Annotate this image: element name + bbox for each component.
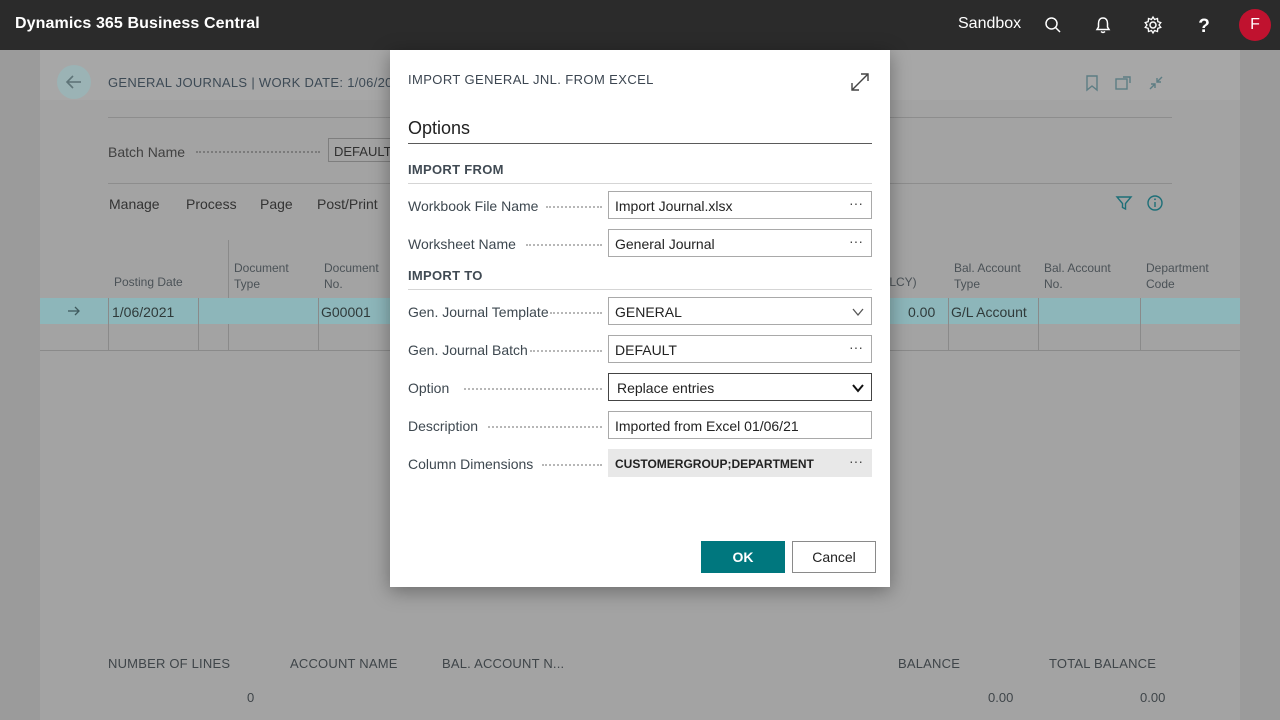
row-arrow-icon <box>68 306 80 316</box>
footer-label-balance: BALANCE <box>898 656 961 671</box>
workbook-file-name-field[interactable]: Import Journal.xlsx ··· <box>608 191 872 219</box>
workbook-file-name-label: Workbook File Name <box>408 198 539 214</box>
environment-label: Sandbox <box>958 15 1022 32</box>
info-icon[interactable] <box>1146 194 1164 212</box>
column-header-document-no[interactable]: Document No. <box>324 260 386 292</box>
footer-label-number-of-lines: NUMBER OF LINES <box>108 656 231 671</box>
cancel-button[interactable]: Cancel <box>792 541 876 573</box>
dialog-caption: IMPORT GENERAL JNL. FROM EXCEL <box>408 72 654 87</box>
assist-edit-icon[interactable]: ··· <box>841 450 871 476</box>
column-header-department-code[interactable]: Department Code <box>1146 260 1226 292</box>
column-divider <box>198 298 199 350</box>
assist-edit-icon[interactable]: ··· <box>841 230 871 256</box>
group-divider <box>408 183 872 184</box>
notifications-bell-icon[interactable] <box>1093 15 1113 35</box>
column-header-document-type[interactable]: Document Type <box>234 260 300 292</box>
settings-gear-icon[interactable] <box>1143 15 1163 35</box>
description-value: Imported from Excel 01/06/21 <box>615 418 799 434</box>
user-avatar[interactable]: F <box>1239 9 1271 41</box>
menu-post-print[interactable]: Post/Print <box>317 196 378 212</box>
chevron-down-icon[interactable] <box>851 305 865 319</box>
workbook-file-name-value: Import Journal.xlsx <box>615 198 733 214</box>
search-icon[interactable] <box>1043 15 1063 35</box>
gen-journal-batch-label: Gen. Journal Batch <box>408 342 528 358</box>
gen-journal-template-label: Gen. Journal Template <box>408 304 549 320</box>
column-header-bal-account-no[interactable]: Bal. Account No. <box>1044 260 1124 292</box>
group-header-import-from: IMPORT FROM <box>408 162 504 177</box>
help-icon[interactable]: ? <box>1194 15 1214 35</box>
option-label: Option <box>408 380 450 396</box>
group-divider <box>408 289 872 290</box>
footer-label-total-balance: TOTAL BALANCE <box>1049 656 1157 671</box>
gen-journal-template-value: GENERAL <box>615 304 682 320</box>
collapse-icon[interactable] <box>1147 74 1165 92</box>
menu-process[interactable]: Process <box>186 196 237 212</box>
gen-journal-batch-value: DEFAULT <box>615 342 677 358</box>
column-divider <box>108 298 109 350</box>
menu-page[interactable]: Page <box>260 196 293 212</box>
column-dimensions-field[interactable]: CUSTOMERGROUP;DEPARTMENT ··· <box>608 449 872 477</box>
footer-label-account-name: ACCOUNT NAME <box>290 656 398 671</box>
svg-text:?: ? <box>1198 16 1210 35</box>
total-balance-value: 0.00 <box>1140 690 1166 705</box>
column-divider <box>948 298 949 350</box>
assist-edit-icon[interactable]: ··· <box>841 192 871 218</box>
bookmark-icon[interactable] <box>1083 74 1101 92</box>
column-header-posting-date[interactable]: Posting Date <box>114 274 183 290</box>
footer-label-bal-account-name: BAL. ACCOUNT N... <box>442 656 565 671</box>
group-header-import-to: IMPORT TO <box>408 268 483 283</box>
ok-button[interactable]: OK <box>701 541 785 573</box>
gen-journal-batch-field[interactable]: DEFAULT ··· <box>608 335 872 363</box>
cell-bal-account-type[interactable]: G/L Account <box>951 304 1027 320</box>
column-divider <box>1140 298 1141 350</box>
column-divider <box>318 298 319 350</box>
back-arrow-icon <box>65 75 81 89</box>
number-of-lines-value: 0 <box>247 690 255 705</box>
back-button[interactable] <box>57 65 91 99</box>
menu-manage[interactable]: Manage <box>109 196 160 212</box>
page-title: GENERAL JOURNALS | WORK DATE: 1/06/2021 <box>108 75 408 90</box>
field-leader-dots <box>546 206 602 208</box>
chevron-down-icon[interactable] <box>851 381 865 395</box>
worksheet-name-field[interactable]: General Journal ··· <box>608 229 872 257</box>
section-title[interactable]: Options <box>408 118 470 139</box>
open-in-new-window-icon[interactable] <box>1114 74 1132 92</box>
app-title[interactable]: Dynamics 365 Business Central <box>15 15 260 33</box>
field-leader-dots <box>542 464 602 466</box>
batch-name-label: Batch Name <box>108 144 186 160</box>
cell-amount[interactable]: 0.00 <box>908 304 935 320</box>
column-dimensions-label: Column Dimensions <box>408 456 534 472</box>
assist-edit-icon[interactable]: ··· <box>841 336 871 362</box>
field-leader-dots <box>464 388 602 390</box>
worksheet-name-value: General Journal <box>615 236 715 252</box>
top-bar: Dynamics 365 Business Central Sandbox ? … <box>0 0 1280 50</box>
filter-icon[interactable] <box>1115 194 1133 212</box>
field-leader-dots <box>488 426 602 428</box>
column-dimensions-value: CUSTOMERGROUP;DEPARTMENT <box>615 457 814 471</box>
section-divider <box>408 143 872 144</box>
column-divider <box>1038 298 1039 350</box>
import-dialog: IMPORT GENERAL JNL. FROM EXCEL Options I… <box>390 50 890 587</box>
description-label: Description <box>408 418 479 434</box>
cell-posting-date[interactable]: 1/06/2021 <box>112 304 174 320</box>
option-select[interactable]: Replace entries <box>608 373 872 401</box>
option-value: Replace entries <box>617 380 715 396</box>
field-leader-dots <box>196 151 320 153</box>
balance-value: 0.00 <box>988 690 1014 705</box>
description-field[interactable]: Imported from Excel 01/06/21 <box>608 411 872 439</box>
field-leader-dots <box>550 312 602 314</box>
cell-document-no[interactable]: G00001 <box>321 304 371 320</box>
column-header-bal-account-type[interactable]: Bal. Account Type <box>954 260 1030 292</box>
gen-journal-template-field[interactable]: GENERAL <box>608 297 872 325</box>
batch-name-field[interactable]: DEFAULT <box>328 138 398 162</box>
field-leader-dots <box>526 244 602 246</box>
expand-icon[interactable] <box>848 70 872 94</box>
worksheet-name-label: Worksheet Name <box>408 236 516 252</box>
field-leader-dots <box>530 350 602 352</box>
